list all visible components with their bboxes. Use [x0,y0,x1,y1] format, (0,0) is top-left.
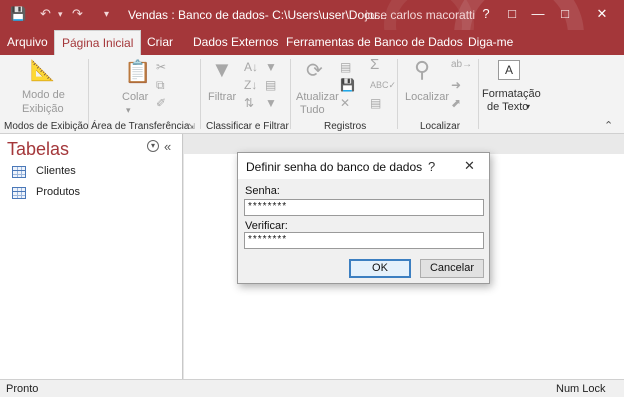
collapse-ribbon-icon[interactable]: ⌃ [604,119,613,132]
maximize-icon[interactable]: □ [553,4,577,24]
table-icon [12,187,26,199]
num-lock-indicator: Num Lock [556,383,606,395]
replace-icon[interactable]: ab→ [451,59,472,71]
find-icon[interactable]: ⚲ [414,59,430,81]
atualizar-line1[interactable]: Atualizar [296,91,339,103]
group-separator [397,59,398,129]
filter-icon[interactable]: ▼ [211,59,233,81]
tab-dados-externos[interactable]: Dados Externos [186,30,285,55]
tab-criar[interactable]: Criar [140,30,180,55]
undo-icon[interactable]: ↶ [40,6,51,22]
tab-diga-me[interactable]: Diga-me [446,30,520,55]
toggle-filter-icon[interactable]: ▼ [265,97,277,109]
formatacao-dropdown-icon[interactable]: ▾ [526,102,530,111]
cut-icon[interactable]: ✂ [156,61,166,73]
spelling-icon[interactable]: ABC✓ [370,79,396,91]
group-separator [290,59,291,129]
nav-item-label: Produtos [36,186,81,198]
delete-record-icon[interactable]: ✕ [340,97,350,109]
formatacao-line2[interactable]: de Texto [487,101,528,113]
undo-dropdown-icon[interactable]: ▾ [58,9,63,20]
nav-item-label: Clientes [36,165,76,177]
ribbon-tabs: Arquivo Página Inicial Criar Dados Exter… [0,30,624,80]
formatacao-line1[interactable]: Formatação [482,88,541,100]
sort-descending-icon[interactable]: Z↓ [244,79,257,91]
group-label-transferencia: Área de Transferência [91,121,190,132]
refresh-icon[interactable]: ⟳ [306,61,323,81]
sort-ascending-icon[interactable]: A↓ [244,61,258,73]
redo-icon[interactable]: ↷ [72,6,83,22]
senha-field[interactable]: ******** [244,199,484,216]
dialog-help-button[interactable]: ? [428,159,435,174]
verificar-field[interactable]: ******** [244,232,484,249]
save-record-icon[interactable]: 💾 [340,79,355,91]
group-label-registros: Registros [324,121,367,132]
ok-button[interactable]: OK [349,259,411,278]
atualizar-line2[interactable]: Tudo [300,104,325,116]
colar-label[interactable]: Colar [122,91,148,103]
group-separator [478,59,479,129]
view-mode-icon: 📐 [30,60,55,82]
customize-toolbar-icon[interactable]: ▾ [104,9,109,20]
status-text: Pronto [6,383,39,395]
text-formatting-icon[interactable]: A [498,60,520,80]
window-title: Vendas : Banco de dados- C:\Users\user\D… [128,8,387,22]
remove-sort-icon[interactable]: ⇅ [244,97,254,109]
status-bar: Pronto Num Lock [0,379,624,397]
goto-icon[interactable]: ➜ [451,79,461,91]
senha-label: Senha: [245,185,280,197]
filtrar-label[interactable]: Filtrar [208,91,236,103]
group-label-localizar: Localizar [420,121,461,132]
dialog-launcher-icon[interactable]: ⇲ [188,122,195,131]
localizar-label[interactable]: Localizar [405,91,449,103]
document-tab-strip [184,134,624,154]
group-label-modos: Modos de Exibição [4,121,89,132]
table-icon [12,166,26,178]
minimize-icon[interactable]: — [526,4,550,24]
more-records-icon[interactable]: ▤ [370,97,381,109]
close-icon[interactable]: ✕ [590,4,614,24]
dialog-close-icon[interactable]: ✕ [464,158,475,174]
paste-dropdown-icon[interactable]: ▾ [126,105,131,116]
copy-icon[interactable]: ⧉ [156,79,165,91]
title-bar: 💾 ↶ ▾ ↷ ▾ Vendas : Banco de dados- C:\Us… [0,0,624,30]
modo-exibicao-line1[interactable]: Modo de [22,89,65,101]
verificar-label: Verificar: [245,220,288,232]
group-separator [88,59,89,129]
format-painter-icon[interactable]: ✐ [156,97,166,109]
cancel-button[interactable]: Cancelar [420,259,484,278]
nav-title[interactable]: Tabelas [7,139,69,160]
tab-pagina-inicial[interactable]: Página Inicial [54,30,142,55]
nav-menu-dropdown-icon[interactable]: ▾ [147,140,159,152]
group-label-classificar: Classificar e Filtrar [206,121,289,132]
tab-ferramentas[interactable]: Ferramentas de Banco de Dados [279,30,470,55]
select-icon[interactable]: ⬈ [451,97,461,109]
group-separator [200,59,201,129]
help-button[interactable]: ? [474,4,498,24]
selection-filter-icon[interactable]: ▼ [265,61,277,73]
new-record-icon[interactable]: ▤ [340,61,351,73]
paste-icon[interactable]: 📋 [124,61,151,83]
ribbon: 📐 Modo de Exibição Modos de Exibição 📋 C… [0,55,624,134]
navigation-pane: Tabelas ▾ « Clientes Produtos [0,134,183,379]
set-password-dialog: Definir senha do banco de dados ? ✕ Senh… [237,152,490,284]
totals-icon[interactable]: Σ [370,57,379,72]
modo-exibicao-line2[interactable]: Exibição [22,103,64,115]
shutter-bar-close-icon[interactable]: « [164,139,171,154]
tab-arquivo[interactable]: Arquivo [0,30,55,55]
signed-in-user[interactable]: jose carlos macoratti [365,8,475,22]
nav-item-produtos[interactable]: Produtos [12,185,172,203]
advanced-filter-icon[interactable]: ▤ [265,79,276,91]
nav-item-clientes[interactable]: Clientes [12,164,172,182]
dialog-title-bar: Definir senha do banco de dados ? ✕ [238,153,489,179]
dialog-title: Definir senha do banco de dados [246,160,423,174]
ribbon-display-options-icon[interactable]: □ [500,4,524,24]
save-icon[interactable]: 💾 [10,6,26,22]
